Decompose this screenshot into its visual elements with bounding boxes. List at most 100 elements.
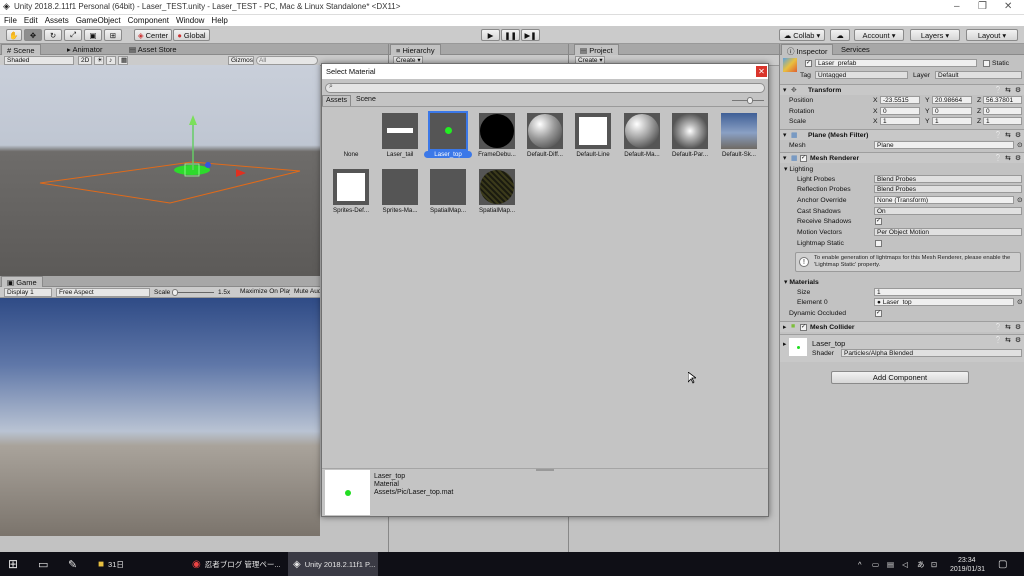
move-handle-z[interactable] [205,162,211,168]
maximize-on-play-toggle[interactable]: Maximize On Play [238,288,290,297]
menu-window[interactable]: Window [176,16,204,25]
dialog-tab-assets[interactable]: Assets [322,95,352,106]
input-mode-icon[interactable]: ⊡ [931,552,937,576]
game-viewport[interactable] [0,298,320,536]
active-checkbox[interactable]: ✓ [805,60,812,67]
element0-picker-icon[interactable]: ⊙ [1017,298,1023,306]
dialog-tab-scene[interactable]: Scene [353,95,379,106]
anchor-override-field[interactable]: None (Transform) [874,196,1014,204]
mute-audio-toggle[interactable]: Mute Audi [292,288,320,297]
position-x-field[interactable]: -23.5515 [880,96,920,104]
tray-chevron-icon[interactable]: ^ [858,552,862,576]
shader-dropdown[interactable]: Particles/Alpha Blended [841,349,1022,357]
hand-tool-icon[interactable]: ✋ [6,29,22,41]
tab-hierarchy[interactable]: ≡ Hierarchy [390,44,441,55]
material-item-default-line[interactable]: Default-Line [569,113,617,158]
help-icon[interactable]: ❔ [994,323,1002,331]
tab-asset-store[interactable]: ▤ Asset Store [124,44,182,55]
material-item-default-skybox[interactable]: Default-Sk... [715,113,763,158]
gizmos-dropdown[interactable]: Gizmos ▾ [228,56,254,65]
preset-icon[interactable]: ⇆ [1005,86,1011,94]
anchor-picker-icon[interactable]: ⊙ [1017,196,1023,204]
network-icon[interactable]: ▤ [887,552,894,576]
mesh-collider-enabled-checkbox[interactable]: ✓ [800,324,807,331]
material-item-sprites-mask[interactable]: Sprites-Ma... [376,169,424,214]
lighting-foldout[interactable]: ▾ Lighting [784,165,813,173]
collab-button[interactable]: ☁ Collab ▾ [779,29,825,41]
taskbar-item-unity[interactable]: ◈ Unity 2018.2.11f1 P... [288,552,378,576]
receive-shadows-checkbox[interactable]: ✓ [875,218,882,225]
rotation-x-field[interactable]: 0 [880,107,920,115]
material-item-laser-top[interactable]: Laser_top [424,111,472,158]
material-item-sprites-default[interactable]: Sprites-Def... [327,169,375,214]
taskbar-item-folder[interactable]: ■ 31日 [98,552,124,576]
taskbar-item-chrome[interactable]: ◉ 忍者ブログ 管理ペー... [192,552,281,576]
material-item-spatialmap-2[interactable]: SpatialMap... [473,169,521,214]
layout-dropdown[interactable]: Layout ▾ [966,29,1018,41]
mesh-renderer-header[interactable]: ▾ ▦ ✓ Mesh Renderer ❔ ⇆ ⚙ [780,152,1024,163]
display-dropdown[interactable]: Display 1 [4,288,52,297]
material-item-default-particle[interactable]: Default-Par... [666,113,714,158]
step-button[interactable]: ▶❚ [521,29,540,41]
element0-field[interactable]: ● Laser_top [874,298,1014,306]
pause-button[interactable]: ❚❚ [501,29,520,41]
rotation-z-field[interactable]: 0 [983,107,1022,115]
rotate-tool-icon[interactable]: ↻ [44,29,62,41]
lighting-toggle-icon[interactable]: ☀ [94,56,104,65]
move-arrow-x[interactable] [236,169,246,177]
rotation-y-field[interactable]: 0 [932,107,972,115]
audio-toggle-icon[interactable]: ♪ [106,56,116,65]
layers-dropdown[interactable]: Layers ▾ [910,29,960,41]
settings-gear-icon[interactable]: ⚙ [1015,131,1021,139]
mesh-field[interactable]: Plane [874,141,1014,149]
clock-date[interactable]: 2019/01/31 [950,557,985,576]
notes-app-icon[interactable]: ✎ [68,552,77,576]
dialog-close-button[interactable]: ✕ [756,66,767,77]
scale-x-field[interactable]: 1 [880,117,920,125]
material-item-framedebug[interactable]: FrameDebu... [473,113,521,158]
settings-gear-icon[interactable]: ⚙ [1015,154,1021,162]
help-icon[interactable]: ❔ [994,131,1002,139]
help-icon[interactable]: ❔ [994,86,1002,94]
thumbnail-size-thumb[interactable] [747,97,753,104]
lightmap-static-checkbox[interactable] [875,240,882,247]
tab-services[interactable]: Services [836,44,875,55]
scene-viewport[interactable] [0,65,320,276]
minimize-icon[interactable]: – [954,1,960,12]
material-item-none[interactable]: None [327,113,375,158]
cast-shadows-dropdown[interactable]: On [874,207,1022,215]
materials-foldout[interactable]: ▾ Materials [784,278,819,286]
menu-file[interactable]: File [4,16,17,25]
rect-tool-icon[interactable]: ▣ [84,29,102,41]
material-item-default-diffuse[interactable]: Default-Diff... [521,113,569,158]
material-item-spatialmap-1[interactable]: SpatialMap... [424,169,472,214]
static-checkbox[interactable] [983,60,990,67]
scale-z-field[interactable]: 1 [983,117,1022,125]
collapse-icon[interactable]: ▸ [783,340,786,348]
close-window-icon[interactable]: ✕ [1004,1,1012,12]
menu-help[interactable]: Help [211,16,227,25]
preset-icon[interactable]: ⇆ [1005,131,1011,139]
settings-gear-icon[interactable]: ⚙ [1015,86,1021,94]
restore-icon[interactable]: ❐ [978,1,987,12]
settings-gear-icon[interactable]: ⚙ [1015,323,1021,331]
scale-tool-icon[interactable]: ⤢ [64,29,82,41]
tab-inspector[interactable]: ⓘ Inspector [781,44,834,56]
tab-animator[interactable]: ▸ Animator [62,44,107,55]
scale-y-field[interactable]: 1 [932,117,972,125]
ime-icon[interactable]: あ [917,552,925,576]
notification-icon[interactable]: ▢ [998,552,1007,576]
scale-slider-thumb[interactable] [172,289,178,296]
move-arrow-y[interactable] [189,115,197,125]
move-tool-icon[interactable]: ✥ [24,29,42,41]
menu-gameobject[interactable]: GameObject [76,16,121,25]
scene-search-input[interactable]: All [256,56,318,65]
tag-dropdown[interactable]: Untagged [815,71,908,79]
material-item-default-material[interactable]: Default-Ma... [618,113,666,158]
layer-dropdown[interactable]: Default [935,71,1022,79]
light-probes-dropdown[interactable]: Blend Probes [874,175,1022,183]
aspect-dropdown[interactable]: Free Aspect [56,288,150,297]
menu-assets[interactable]: Assets [45,16,69,25]
material-item-laser-tail[interactable]: Laser_tail [376,113,424,158]
pivot-global-button[interactable]: ● Global [173,29,210,41]
